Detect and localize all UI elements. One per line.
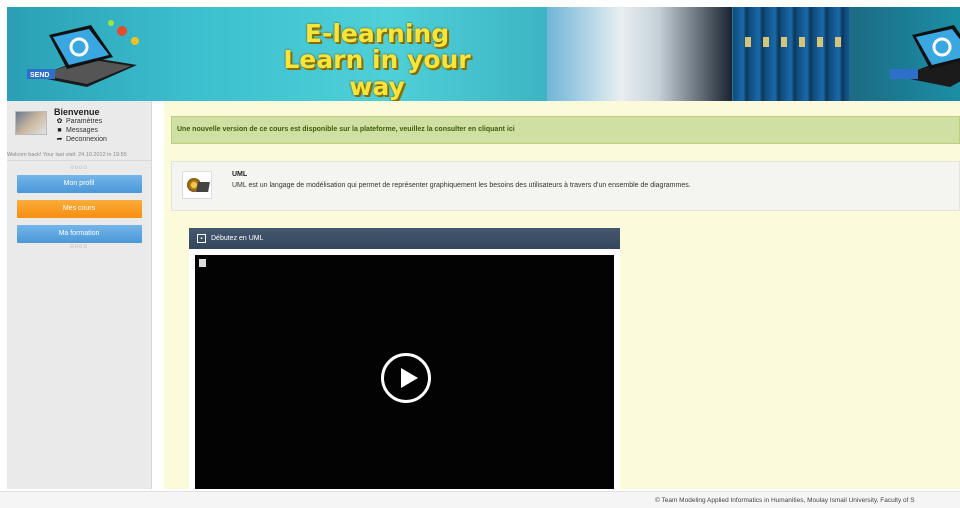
course-film-icon bbox=[182, 171, 212, 199]
nav-button-ma-formation[interactable]: Ma formation bbox=[16, 225, 142, 243]
banner-title-line1: E-learning bbox=[304, 19, 450, 48]
laptop-illustration-right bbox=[890, 25, 960, 87]
welcome-text: Bienvenue bbox=[54, 107, 100, 117]
course-description: UML est un langage de modélisation qui p… bbox=[232, 182, 691, 189]
footer: © Team Modeling Applied Informatics in H… bbox=[0, 491, 960, 508]
video-card: ▪ Débutez en UML bbox=[189, 228, 620, 489]
main-content: Une nouvelle version de ce cours est dis… bbox=[164, 101, 960, 489]
separator: oooo bbox=[70, 244, 88, 250]
nav-button-mon-profil[interactable]: Mon profil bbox=[16, 175, 142, 193]
logout-icon: ➦ bbox=[56, 136, 63, 143]
left-sidebar: Bienvenue ✿ Paramètres ■ Messages ➦ Deconne… bbox=[7, 101, 152, 489]
svg-text:SEND: SEND bbox=[30, 72, 49, 79]
banner-title-line2: Learn in your way bbox=[283, 45, 471, 101]
video-header: ▪ Débutez en UML bbox=[189, 228, 620, 249]
profile-menu: ✿ Paramètres ■ Messages ➦ Deconnexion bbox=[56, 117, 107, 144]
nav-button-mes-cours[interactable]: Mes cours bbox=[16, 200, 142, 218]
video-player[interactable] bbox=[195, 255, 614, 489]
banner-title: E-learning Learn in your way bbox=[252, 19, 502, 101]
menu-item-label: Paramètres bbox=[66, 118, 103, 125]
video-logo-icon bbox=[199, 259, 206, 267]
avatar[interactable] bbox=[15, 111, 47, 135]
user-profile: Bienvenue ✿ Paramètres ■ Messages ➦ Deconne… bbox=[7, 101, 151, 161]
menu-item-messages[interactable]: ■ Messages bbox=[56, 126, 107, 135]
video-title: Débutez en UML bbox=[211, 235, 264, 242]
books-photo bbox=[733, 7, 849, 101]
laptop-illustration: SEND bbox=[27, 20, 139, 87]
video-box-icon: ▪ bbox=[197, 234, 206, 243]
menu-item-label: Messages bbox=[66, 127, 98, 134]
menu-item-deconnexion[interactable]: ➦ Deconnexion bbox=[56, 135, 107, 144]
play-button-icon[interactable] bbox=[381, 353, 431, 403]
menu-item-label: Deconnexion bbox=[66, 136, 107, 143]
footer-text: © Team Modeling Applied Informatics in H… bbox=[655, 497, 915, 504]
last-visit-text: Welcom back! Your last visit: 24.10.2012… bbox=[7, 152, 127, 158]
menu-item-parametres[interactable]: ✿ Paramètres bbox=[56, 117, 107, 126]
new-version-notice[interactable]: Une nouvelle version de ce cours est dis… bbox=[171, 116, 960, 144]
gear-icon: ✿ bbox=[56, 118, 63, 125]
separator: oooo bbox=[70, 165, 88, 171]
header-banner: SEND E-learning Learn in your way bbox=[7, 7, 960, 101]
hand-photo bbox=[547, 7, 732, 101]
message-icon: ■ bbox=[57, 127, 62, 134]
course-title: UML bbox=[232, 171, 248, 178]
